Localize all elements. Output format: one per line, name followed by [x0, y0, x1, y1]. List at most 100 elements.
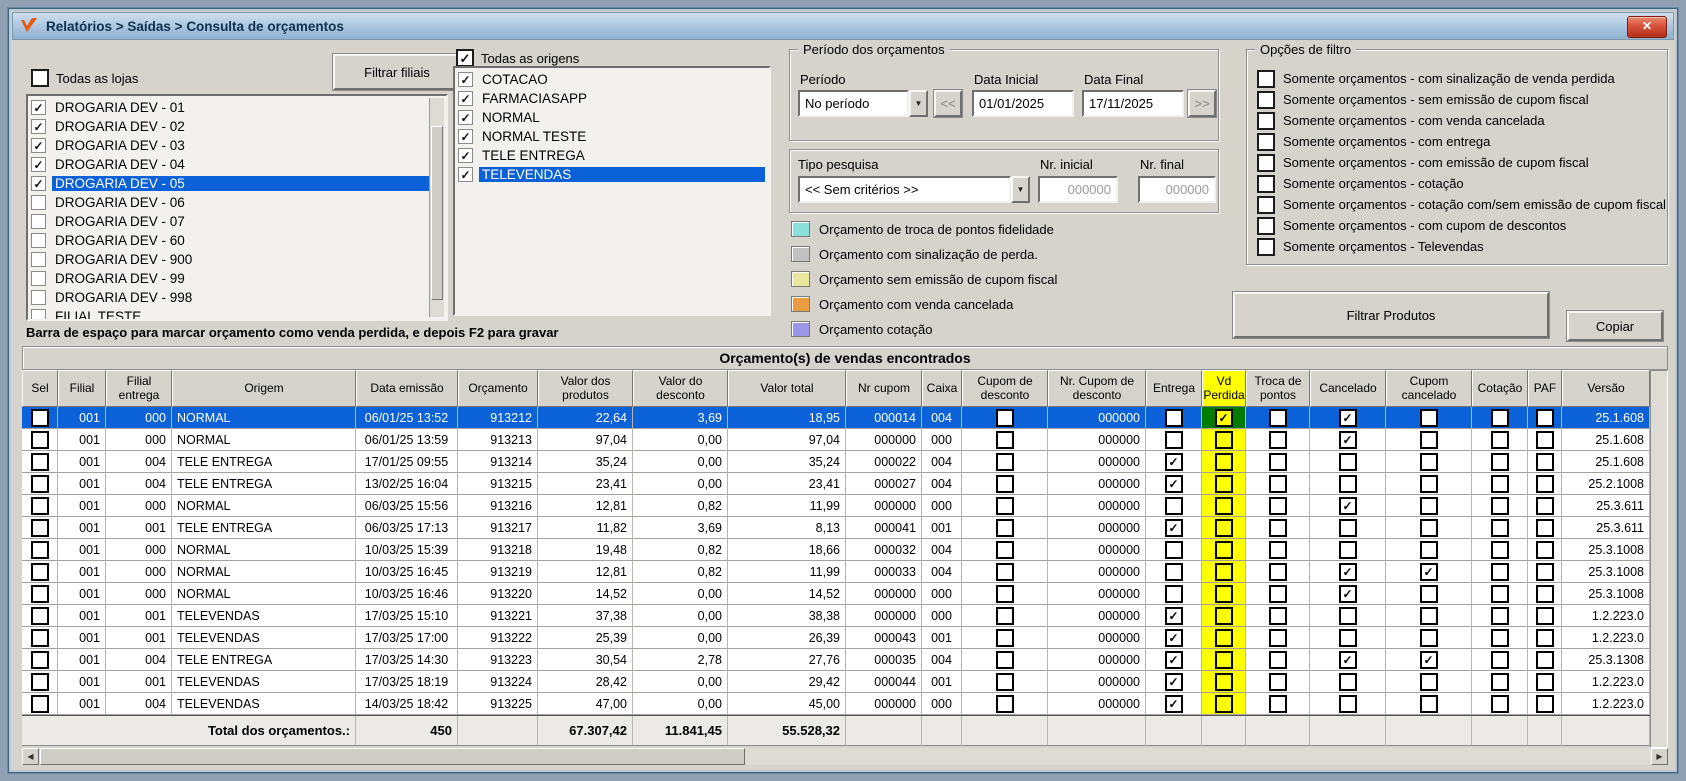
- filter-option-checkbox[interactable]: [1257, 175, 1275, 193]
- cell-entrega-checkbox[interactable]: [1165, 563, 1183, 581]
- store-list-item[interactable]: DROGARIA DEV - 99: [31, 269, 430, 288]
- scrollbar-thumb[interactable]: [40, 748, 745, 765]
- cell-sel-checkbox[interactable]: [31, 431, 49, 449]
- cell-cancelado-checkbox[interactable]: ✓: [1339, 563, 1357, 581]
- store-list-item[interactable]: ✓DROGARIA DEV - 04: [31, 155, 430, 174]
- cell-paf-checkbox[interactable]: [1536, 629, 1554, 647]
- grid-horizontal-scrollbar[interactable]: ◀ ▶: [22, 748, 1668, 765]
- cell-paf-checkbox[interactable]: [1536, 541, 1554, 559]
- cell-vd-perdida-checkbox[interactable]: [1215, 607, 1233, 625]
- cell-cancelado-checkbox[interactable]: ✓: [1339, 585, 1357, 603]
- cell-entrega-checkbox[interactable]: ✓: [1165, 519, 1183, 537]
- cell-entrega-checkbox[interactable]: [1165, 541, 1183, 559]
- scroll-left-icon[interactable]: ◀: [22, 748, 39, 765]
- cell-entrega-checkbox[interactable]: [1165, 497, 1183, 515]
- cell-cupom-desconto-checkbox[interactable]: [996, 629, 1014, 647]
- cell-cotacao-checkbox[interactable]: [1491, 629, 1509, 647]
- cell-cancelado-checkbox[interactable]: ✓: [1339, 409, 1357, 427]
- cell-troca-pontos-checkbox[interactable]: [1269, 475, 1287, 493]
- cell-troca-pontos-checkbox[interactable]: [1269, 453, 1287, 471]
- cell-cotacao-checkbox[interactable]: [1491, 453, 1509, 471]
- cell-cupom-cancelado-checkbox[interactable]: ✓: [1420, 563, 1438, 581]
- column-header[interactable]: Valor do desconto: [633, 370, 728, 407]
- column-header[interactable]: Versão: [1562, 370, 1650, 407]
- filter-option[interactable]: Somente orçamentos - sem emissão de cupo…: [1257, 89, 1661, 110]
- stores-scrollbar[interactable]: [429, 98, 444, 317]
- table-row[interactable]: 001004TELE ENTREGA17/03/25 14:3091322330…: [22, 649, 1650, 671]
- store-list-item-checkbox[interactable]: [31, 214, 46, 229]
- origin-list-item[interactable]: ✓TELEVENDAS: [458, 165, 765, 184]
- cell-paf-checkbox[interactable]: [1536, 563, 1554, 581]
- table-row[interactable]: 001000NORMAL06/03/25 15:5691321612,810,8…: [22, 495, 1650, 517]
- filter-products-button[interactable]: Filtrar Produtos: [1233, 292, 1549, 338]
- all-stores-option[interactable]: Todas as lojas: [31, 69, 138, 87]
- table-row[interactable]: 001000NORMAL06/01/25 13:5291321222,643,6…: [22, 407, 1650, 429]
- search-type-dropdown-arrow-icon[interactable]: ▼: [1011, 176, 1030, 203]
- filter-option-checkbox[interactable]: [1257, 238, 1275, 256]
- filter-option[interactable]: Somente orçamentos - com sinalização de …: [1257, 68, 1661, 89]
- period-dropdown-arrow-icon[interactable]: ▼: [909, 90, 928, 117]
- origin-list-item[interactable]: ✓COTACAO: [458, 70, 765, 89]
- filter-option-checkbox[interactable]: [1257, 196, 1275, 214]
- store-list-item[interactable]: DROGARIA DEV - 998: [31, 288, 430, 307]
- origin-list-item[interactable]: ✓NORMAL TESTE: [458, 127, 765, 146]
- cell-cupom-desconto-checkbox[interactable]: [996, 695, 1014, 713]
- cell-cancelado-checkbox[interactable]: [1339, 475, 1357, 493]
- cell-entrega-checkbox[interactable]: ✓: [1165, 673, 1183, 691]
- cell-cupom-cancelado-checkbox[interactable]: [1420, 585, 1438, 603]
- filter-branches-button[interactable]: Filtrar filiais: [333, 54, 461, 90]
- cell-cupom-desconto-checkbox[interactable]: [996, 497, 1014, 515]
- column-header[interactable]: Cotação: [1472, 370, 1528, 407]
- cell-vd-perdida-checkbox[interactable]: [1215, 695, 1233, 713]
- cell-sel-checkbox[interactable]: [31, 651, 49, 669]
- period-next-button[interactable]: >>: [1188, 90, 1216, 117]
- cell-vd-perdida-checkbox[interactable]: [1215, 673, 1233, 691]
- column-header[interactable]: Cupom cancelado: [1386, 370, 1472, 407]
- store-list-item[interactable]: DROGARIA DEV - 07: [31, 212, 430, 231]
- table-row[interactable]: 001000NORMAL10/03/25 15:3991321819,480,8…: [22, 539, 1650, 561]
- cell-paf-checkbox[interactable]: [1536, 475, 1554, 493]
- store-list-item-checkbox[interactable]: ✓: [31, 157, 46, 172]
- column-header[interactable]: Cancelado: [1310, 370, 1386, 407]
- cell-troca-pontos-checkbox[interactable]: [1269, 563, 1287, 581]
- cell-cupom-cancelado-checkbox[interactable]: [1420, 673, 1438, 691]
- cell-cotacao-checkbox[interactable]: [1491, 431, 1509, 449]
- period-prev-button[interactable]: <<: [934, 90, 962, 117]
- all-origins-option[interactable]: ✓ Todas as origens: [456, 49, 579, 67]
- cell-cotacao-checkbox[interactable]: [1491, 673, 1509, 691]
- cell-troca-pontos-checkbox[interactable]: [1269, 519, 1287, 537]
- cell-sel-checkbox[interactable]: [31, 585, 49, 603]
- cell-vd-perdida-checkbox[interactable]: ✓: [1215, 409, 1233, 427]
- cell-cancelado-checkbox[interactable]: [1339, 607, 1357, 625]
- filter-option-checkbox[interactable]: [1257, 91, 1275, 109]
- cell-entrega-checkbox[interactable]: ✓: [1165, 651, 1183, 669]
- store-list-item-checkbox[interactable]: [31, 252, 46, 267]
- cell-sel-checkbox[interactable]: [31, 695, 49, 713]
- stores-scrollbar-thumb[interactable]: [431, 126, 443, 300]
- column-header[interactable]: Nr cupom: [846, 370, 922, 407]
- cell-vd-perdida-checkbox[interactable]: [1215, 453, 1233, 471]
- cell-cotacao-checkbox[interactable]: [1491, 475, 1509, 493]
- origin-list-item-checkbox[interactable]: ✓: [458, 91, 473, 106]
- column-header[interactable]: Vd Perdida: [1202, 370, 1246, 407]
- cell-sel-checkbox[interactable]: [31, 475, 49, 493]
- column-header[interactable]: Entrega: [1146, 370, 1202, 407]
- cell-cupom-cancelado-checkbox[interactable]: [1420, 497, 1438, 515]
- cell-cupom-desconto-checkbox[interactable]: [996, 585, 1014, 603]
- cell-paf-checkbox[interactable]: [1536, 497, 1554, 515]
- column-header[interactable]: PAF: [1528, 370, 1562, 407]
- store-list-item-checkbox[interactable]: ✓: [31, 100, 46, 115]
- column-header[interactable]: Troca de pontos: [1246, 370, 1310, 407]
- cell-paf-checkbox[interactable]: [1536, 607, 1554, 625]
- cell-cupom-desconto-checkbox[interactable]: [996, 519, 1014, 537]
- table-row[interactable]: 001004TELEVENDAS14/03/25 18:4291322547,0…: [22, 693, 1650, 715]
- cell-entrega-checkbox[interactable]: ✓: [1165, 695, 1183, 713]
- cell-entrega-checkbox[interactable]: ✓: [1165, 453, 1183, 471]
- nr-end-input[interactable]: 000000: [1138, 176, 1216, 203]
- cell-vd-perdida-checkbox[interactable]: [1215, 629, 1233, 647]
- store-list-item[interactable]: DROGARIA DEV - 60: [31, 231, 430, 250]
- end-date-input[interactable]: 17/11/2025: [1082, 90, 1184, 117]
- cell-cupom-cancelado-checkbox[interactable]: [1420, 409, 1438, 427]
- close-button[interactable]: ✕: [1627, 16, 1667, 38]
- filter-option[interactable]: Somente orçamentos - Televendas: [1257, 236, 1661, 257]
